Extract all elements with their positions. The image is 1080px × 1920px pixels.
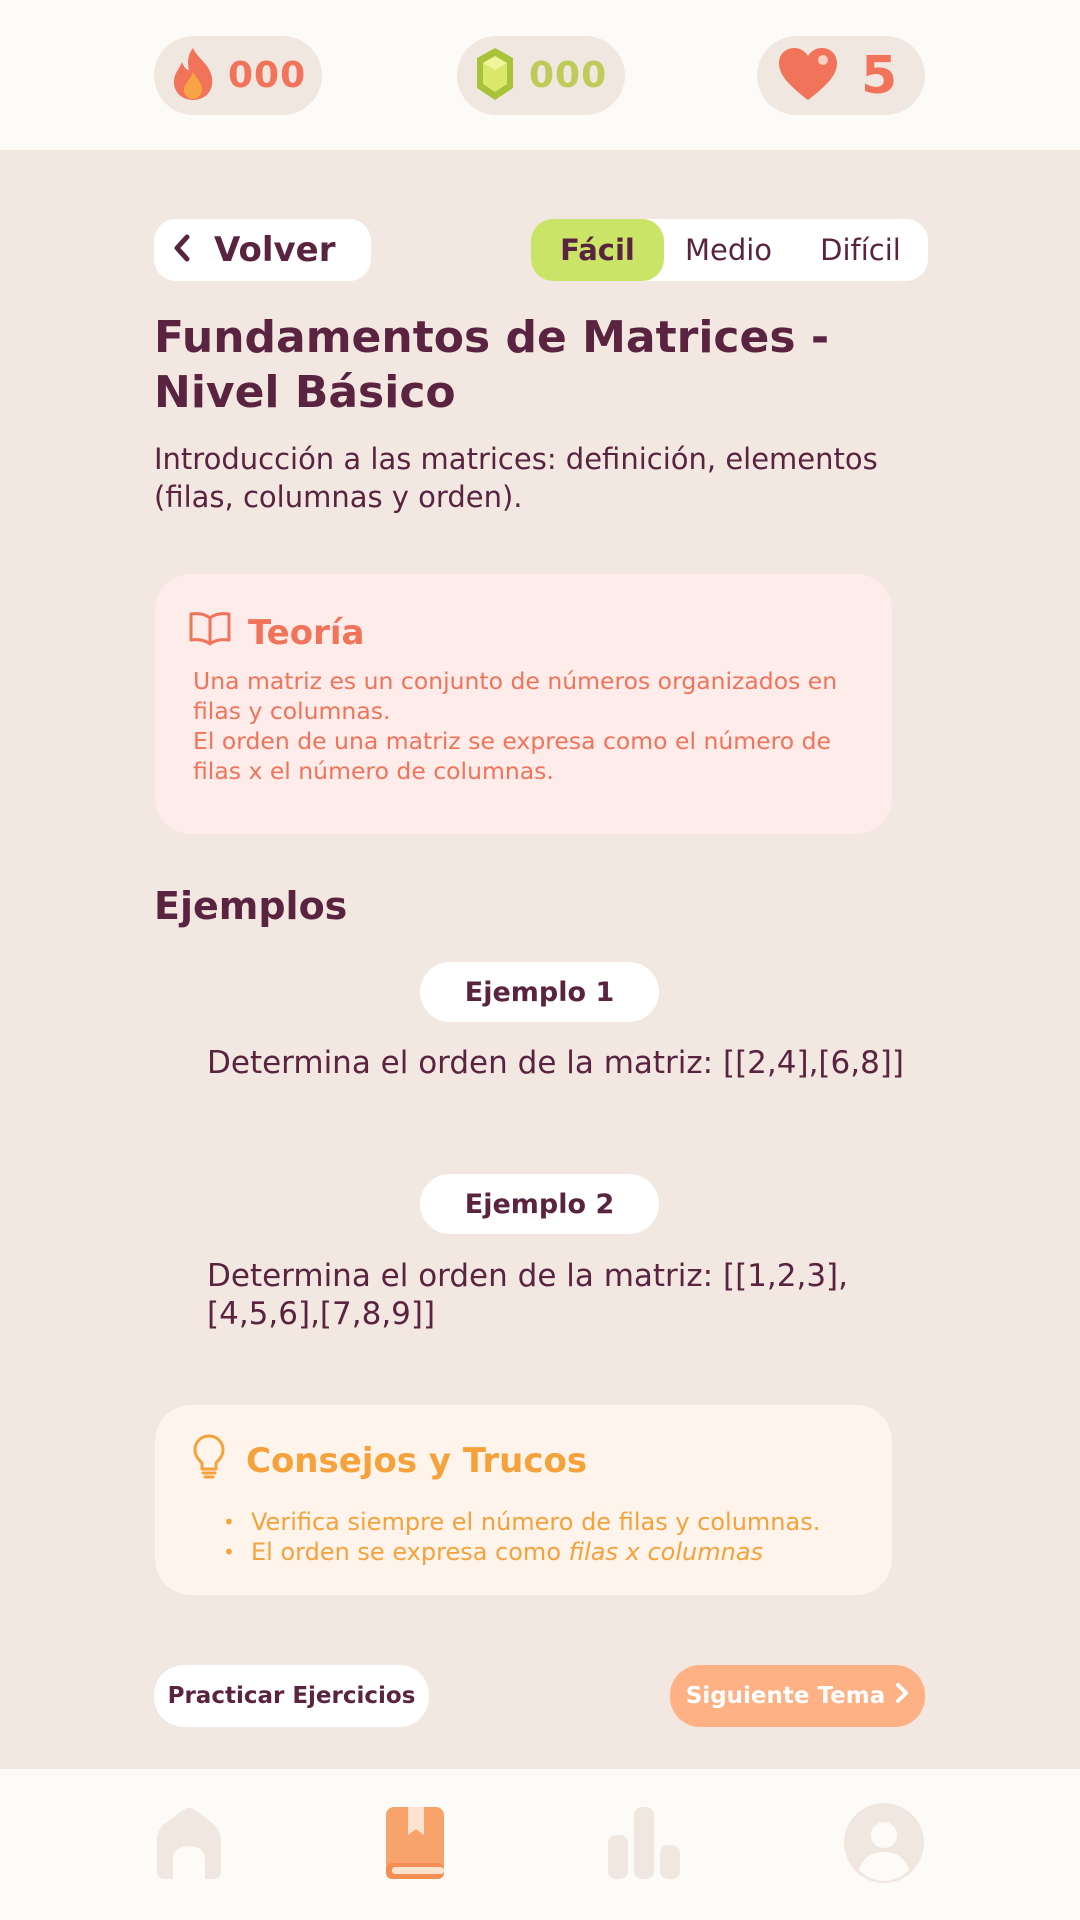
home-icon (153, 1806, 225, 1884)
chevron-right-icon (895, 1682, 909, 1710)
theory-line-1: Una matriz es un conjunto de números org… (193, 667, 838, 725)
tip-item-2-prefix: El orden se expresa como (251, 1538, 569, 1566)
profile-icon (843, 1802, 925, 1888)
heart-icon (777, 46, 839, 106)
nav-home[interactable] (149, 1805, 229, 1885)
theory-line-2: El orden de una matriz se expresa como e… (193, 727, 831, 785)
tip-item-1: Verifica siempre el número de filas y co… (223, 1507, 820, 1537)
bar-chart-icon (606, 1805, 682, 1885)
nav-profile[interactable] (843, 1802, 925, 1888)
back-button[interactable]: Volver (154, 219, 371, 281)
book-icon (384, 1805, 446, 1885)
practice-label: Practicar Ejercicios (167, 1683, 416, 1709)
example-2-text: Determina el orden de la matriz: [[1,2,3… (207, 1258, 848, 1332)
level-easy-tab[interactable]: Fácil (531, 219, 664, 281)
tip-item-2-emphasis: filas x columnas (568, 1538, 764, 1566)
theory-card: Teoría Una matriz es un conjunto de núme… (155, 574, 892, 834)
tips-card: Consejos y Trucos Verifica siempre el nú… (155, 1405, 892, 1595)
example-1-text: Determina el orden de la matriz: [[2,4],… (207, 1045, 905, 1081)
chevron-left-icon (172, 233, 192, 267)
practice-exercises-button[interactable]: Practicar Ejercicios (154, 1665, 429, 1727)
bottom-navigation (0, 1769, 1080, 1920)
tips-list: Verifica siempre el número de filas y co… (223, 1507, 820, 1567)
lives-count: 5 (861, 45, 899, 106)
flame-icon (170, 46, 216, 106)
theory-header: Teoría (188, 610, 364, 655)
examples-heading: Ejemplos (154, 884, 348, 928)
next-topic-button[interactable]: Siguiente Tema (670, 1665, 925, 1727)
tip-item-2: El orden se expresa como filas x columna… (223, 1537, 820, 1567)
gems-counter[interactable]: 000 (457, 36, 625, 115)
lightbulb-icon (192, 1433, 226, 1488)
example-2-label: Ejemplo 2 (420, 1174, 659, 1234)
nav-stats[interactable] (604, 1805, 684, 1885)
theory-text: Una matriz es un conjunto de números org… (193, 666, 863, 786)
gem-icon (473, 46, 517, 106)
streak-count: 000 (228, 55, 307, 96)
theory-heading: Teoría (248, 612, 365, 653)
lesson-subtitle: Introducción a las matrices: definición,… (154, 442, 878, 514)
back-label: Volver (214, 230, 336, 270)
lesson-title: Fundamentos de Matrices - Nivel Básico (154, 312, 830, 418)
top-stats-bar: 000 000 5 (0, 0, 1080, 150)
book-icon (188, 610, 232, 655)
difficulty-selector: Fácil Medio Difícil (531, 219, 928, 281)
tips-header: Consejos y Trucos (192, 1433, 587, 1488)
streak-counter[interactable]: 000 (154, 36, 322, 115)
lives-counter[interactable]: 5 (757, 36, 925, 115)
next-label: Siguiente Tema (685, 1683, 886, 1709)
level-hard-tab[interactable]: Difícil (793, 219, 928, 281)
gems-count: 000 (529, 55, 608, 96)
level-medium-tab[interactable]: Medio (664, 219, 793, 281)
tips-heading: Consejos y Trucos (246, 1440, 588, 1481)
nav-learn[interactable] (375, 1805, 455, 1885)
example-1-label: Ejemplo 1 (420, 962, 659, 1022)
